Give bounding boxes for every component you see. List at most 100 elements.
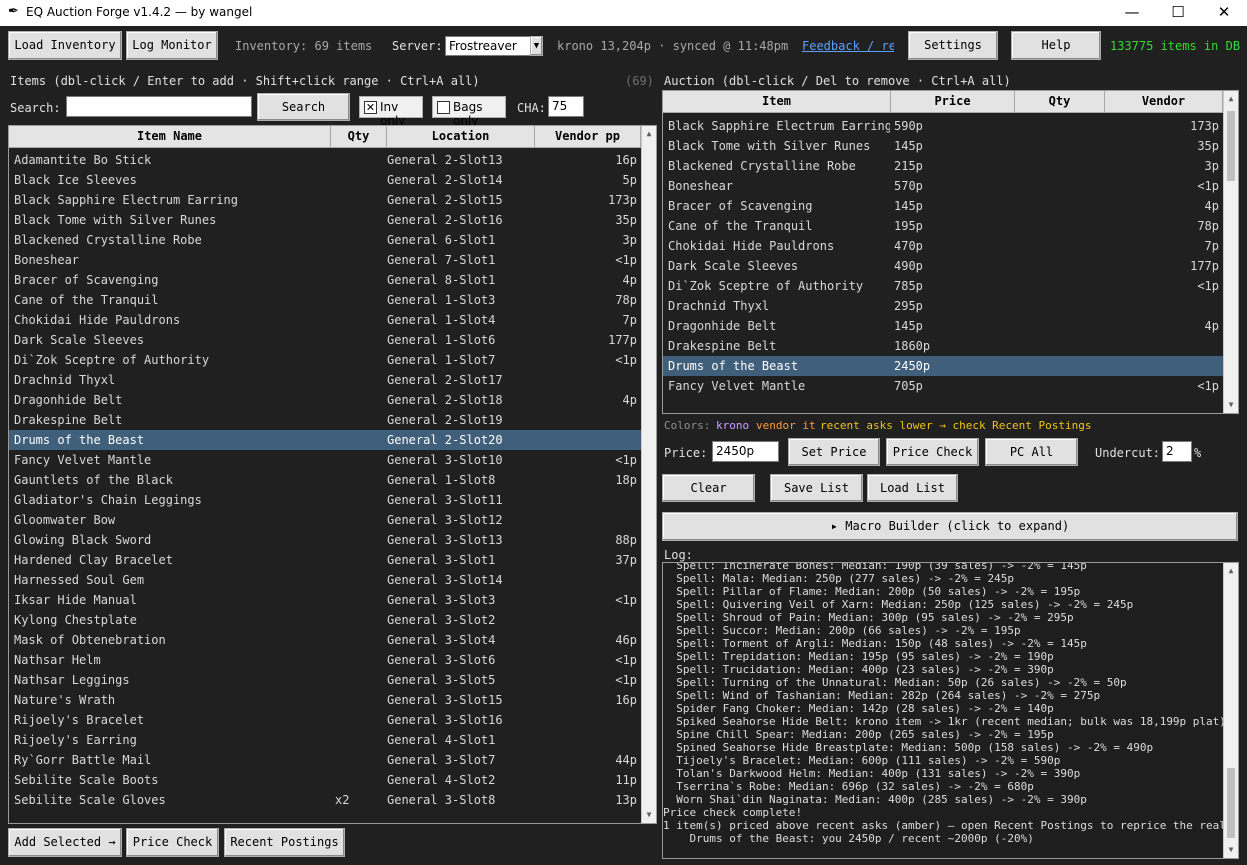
auction-scrollbar[interactable]: ▲ ▼ [1223, 91, 1238, 413]
auction-row[interactable]: Dark Scale Sleeves 490p 177p [663, 256, 1223, 276]
log-scroll-thumb[interactable] [1227, 768, 1235, 838]
table-row[interactable]: Hardened Clay Bracelet General 3-Slot1 37p [9, 550, 641, 570]
macro-builder-expander[interactable]: ▸ Macro Builder (click to expand) [662, 512, 1238, 541]
log-scroll-down-icon[interactable]: ▼ [1224, 842, 1238, 858]
table-row[interactable]: Harnessed Soul Gem General 3-Slot14 [9, 570, 641, 590]
table-row[interactable]: Gloomwater Bow General 3-Slot12 [9, 510, 641, 530]
clear-button[interactable]: Clear [662, 474, 755, 502]
items-scrollbar[interactable]: ▲ ▼ [641, 126, 656, 823]
table-row[interactable]: Rijoely's Earring General 4-Slot1 [9, 730, 641, 750]
auction-row[interactable]: Di`Zok Sceptre of Authority 785p <1p [663, 276, 1223, 296]
table-row[interactable]: Ry`Gorr Battle Mail General 3-Slot7 44p [9, 750, 641, 770]
legend-vendor-it: vendor it [756, 419, 816, 432]
table-row[interactable]: Cane of the Tranquil General 1-Slot3 78p [9, 290, 641, 310]
pc-all-button[interactable]: PC All [985, 438, 1078, 466]
table-row[interactable]: Boneshear General 7-Slot1 <1p [9, 250, 641, 270]
column-header-vendor[interactable]: Vendor pp [535, 126, 641, 148]
maximize-icon[interactable]: ☐ [1155, 0, 1201, 26]
table-row[interactable]: Gauntlets of the Black General 1-Slot8 18p [9, 470, 641, 490]
table-row[interactable]: Sebilite Scale Boots General 4-Slot2 11p [9, 770, 641, 790]
help-button[interactable]: Help [1011, 31, 1101, 60]
log-monitor-button[interactable]: Log Monitor [126, 31, 218, 60]
undercut-input[interactable]: 2 [1162, 441, 1192, 462]
table-row[interactable]: Black Tome with Silver Runes General 2-Sl… [9, 210, 641, 230]
auction-row[interactable]: Black Sapphire Electrum Earring 590p 173p [663, 116, 1223, 136]
set-price-button[interactable]: Set Price [788, 438, 880, 466]
auction-price-check-button[interactable]: Price Check [886, 438, 979, 466]
table-row[interactable]: Nathsar Helm General 3-Slot6 <1p [9, 650, 641, 670]
auction-row[interactable]: Boneshear 570p <1p [663, 176, 1223, 196]
table-row[interactable]: Adamantite Bo Stick General 2-Slot13 16p [9, 150, 641, 170]
column-header-qty[interactable]: Qty [331, 126, 387, 148]
column-header-auction-qty[interactable]: Qty [1015, 91, 1105, 113]
load-inventory-button[interactable]: Load Inventory [8, 31, 122, 60]
column-header-price[interactable]: Price [891, 91, 1015, 113]
table-row[interactable]: Mask of Obtenebration General 3-Slot4 46p [9, 630, 641, 650]
settings-button[interactable]: Settings [908, 31, 998, 60]
scroll-up-icon[interactable]: ▲ [642, 126, 656, 142]
log-scrollbar[interactable]: ▲ ▼ [1223, 563, 1238, 858]
inv-only-checkbox[interactable]: ✕ Inv only [359, 96, 423, 128]
auction-scroll-up-icon[interactable]: ▲ [1224, 91, 1238, 107]
recent-postings-button[interactable]: Recent Postings [224, 828, 345, 857]
table-row[interactable]: Fancy Velvet Mantle General 3-Slot10 <1p [9, 450, 641, 470]
log-scroll-up-icon[interactable]: ▲ [1224, 563, 1238, 579]
auction-scroll-thumb[interactable] [1227, 111, 1235, 181]
table-row[interactable]: Iksar Hide Manual General 3-Slot3 <1p [9, 590, 641, 610]
table-row[interactable]: Drums of the Beast General 2-Slot20 [9, 430, 641, 450]
table-row[interactable]: Nathsar Leggings General 3-Slot5 <1p [9, 670, 641, 690]
add-selected-button[interactable]: Add Selected → [8, 828, 122, 857]
auction-row[interactable]: Fancy Velvet Mantle 705p <1p [663, 376, 1223, 396]
table-row[interactable]: Black Sapphire Electrum Earring General 2… [9, 190, 641, 210]
price-input[interactable]: 2450p [712, 441, 779, 462]
item-location-cell: General 1-Slot6 [387, 333, 496, 347]
auction-row[interactable]: Dragonhide Belt 145p 4p [663, 316, 1223, 336]
search-input[interactable] [66, 96, 252, 117]
auction-row[interactable]: Blackened Crystalline Robe 215p 3p [663, 156, 1223, 176]
auction-row[interactable]: Chokidai Hide Pauldrons 470p 7p [663, 236, 1223, 256]
table-row[interactable]: Rijoely's Bracelet General 3-Slot16 [9, 710, 641, 730]
item-name-cell: Black Tome with Silver Runes [14, 213, 217, 227]
auction-item-cell: Di`Zok Sceptre of Authority [668, 279, 864, 293]
table-row[interactable]: Black Ice Sleeves General 2-Slot14 5p [9, 170, 641, 190]
table-row[interactable]: Dark Scale Sleeves General 1-Slot6 177p [9, 330, 641, 350]
column-header-item-name[interactable]: Item Name [9, 126, 331, 148]
table-row[interactable]: Glowing Black Sword General 3-Slot13 88p [9, 530, 641, 550]
column-header-location[interactable]: Location [387, 126, 535, 148]
table-row[interactable]: Drachnid Thyxl General 2-Slot17 [9, 370, 641, 390]
search-button[interactable]: Search [257, 93, 350, 121]
table-row[interactable]: Blackened Crystalline Robe General 6-Slot… [9, 230, 641, 250]
scroll-down-icon[interactable]: ▼ [642, 807, 656, 823]
auction-row[interactable]: Cane of the Tranquil 195p 78p [663, 216, 1223, 236]
feedback-link[interactable]: Feedback / re [802, 39, 894, 53]
table-row[interactable]: Chokidai Hide Pauldrons General 1-Slot4 7p [9, 310, 641, 330]
bags-only-checkbox[interactable]: Bags only [432, 96, 506, 128]
log-line: Tijoely's Bracelet: Median: 600p (111 sa… [663, 754, 1061, 767]
table-row[interactable]: Dragonhide Belt General 2-Slot18 4p [9, 390, 641, 410]
server-dropdown-chevron-down-icon[interactable]: ▼ [530, 36, 543, 56]
load-list-button[interactable]: Load List [867, 474, 958, 502]
item-location-cell: General 3-Slot14 [387, 573, 503, 587]
auction-row[interactable]: Black Tome with Silver Runes 145p 35p [663, 136, 1223, 156]
table-row[interactable]: Gladiator's Chain Leggings General 3-Slot… [9, 490, 641, 510]
column-header-auction-vendor[interactable]: Vendor [1105, 91, 1223, 113]
auction-row[interactable]: Drachnid Thyxl 295p [663, 296, 1223, 316]
minimize-icon[interactable]: — [1109, 0, 1155, 26]
cha-input[interactable]: 75 [548, 96, 584, 117]
server-select[interactable]: Frostreaver [445, 36, 532, 56]
items-price-check-button[interactable]: Price Check [126, 828, 219, 857]
auction-row[interactable]: Drakespine Belt 1860p [663, 336, 1223, 356]
legend-krono: krono [716, 419, 750, 432]
auction-row[interactable]: Bracer of Scavenging 145p 4p [663, 196, 1223, 216]
table-row[interactable]: Sebilite Scale Gloves x2 General 3-Slot8 13… [9, 790, 641, 810]
close-icon[interactable]: ✕ [1201, 0, 1247, 26]
save-list-button[interactable]: Save List [770, 474, 863, 502]
table-row[interactable]: Bracer of Scavenging General 8-Slot1 4p [9, 270, 641, 290]
auction-scroll-down-icon[interactable]: ▼ [1224, 397, 1238, 413]
table-row[interactable]: Drakespine Belt General 2-Slot19 [9, 410, 641, 430]
auction-row[interactable]: Drums of the Beast 2450p [663, 356, 1223, 376]
table-row[interactable]: Di`Zok Sceptre of Authority General 1-Slo… [9, 350, 641, 370]
column-header-item[interactable]: Item [663, 91, 891, 113]
table-row[interactable]: Nature's Wrath General 3-Slot15 16p [9, 690, 641, 710]
table-row[interactable]: Kylong Chestplate General 3-Slot2 [9, 610, 641, 630]
